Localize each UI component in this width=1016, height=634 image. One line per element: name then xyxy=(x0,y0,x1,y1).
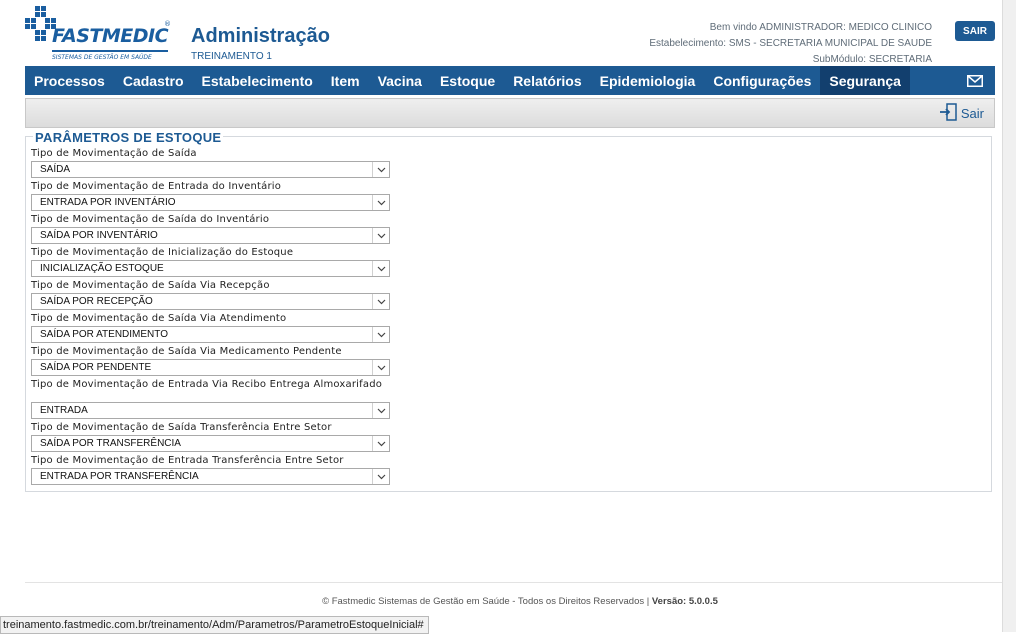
main-navbar: Processos Cadastro Estabelecimento Item … xyxy=(25,66,995,95)
chevron-down-icon xyxy=(372,294,389,309)
field-label-entrada-transferencia: Tipo de Movimentação de Entrada Transfer… xyxy=(31,455,344,466)
chevron-down-icon xyxy=(372,261,389,276)
nav-item-estabelecimento[interactable]: Estabelecimento xyxy=(193,66,322,95)
select-saida-transferencia[interactable]: SAÍDA POR TRANSFERÊNCIA xyxy=(31,435,390,452)
logo-text: FASTMEDIC xyxy=(52,25,169,47)
select-value: ENTRADA POR TRANSFERÊNCIA xyxy=(40,471,199,482)
select-value: ENTRADA xyxy=(40,405,88,416)
nav-item-vacina[interactable]: Vacina xyxy=(369,66,431,95)
field-label-saida: Tipo de Movimentação de Saída xyxy=(31,148,197,159)
chevron-down-icon xyxy=(372,195,389,210)
chevron-down-icon xyxy=(372,360,389,375)
nav-item-processos[interactable]: Processos xyxy=(25,66,114,95)
page-title: Administração xyxy=(191,25,330,47)
nav-item-seguranca[interactable]: Segurança xyxy=(820,66,910,95)
stock-parameters-panel: PARÂMETROS DE ESTOQUE Tipo de Movimentaç… xyxy=(25,130,992,492)
select-value: SAÍDA POR RECEPÇÃO xyxy=(40,296,153,307)
user-info: Bem vindo ADMINISTRADOR: MEDICO CLINICO … xyxy=(649,20,932,68)
select-saida-inventario[interactable]: SAÍDA POR INVENTÁRIO xyxy=(31,227,390,244)
fastmedic-logo[interactable]: FASTMEDIC ® SISTEMAS DE GESTÃO EM SAÚDE xyxy=(25,6,175,62)
panel-title: PARÂMETROS DE ESTOQUE xyxy=(33,130,224,145)
vertical-scrollbar[interactable] xyxy=(1002,0,1016,632)
select-inicializacao[interactable]: INICIALIZAÇÃO ESTOQUE xyxy=(31,260,390,277)
select-value: SAÍDA POR TRANSFERÊNCIA xyxy=(40,438,181,449)
footer: © Fastmedic Sistemas de Gestão em Saúde … xyxy=(0,596,1016,607)
nav-item-estoque[interactable]: Estoque xyxy=(431,66,504,95)
nav-item-configuracoes[interactable]: Configurações xyxy=(704,66,820,95)
select-entrada-inventario[interactable]: ENTRADA POR INVENTÁRIO xyxy=(31,194,390,211)
select-saida-atendimento[interactable]: SAÍDA POR ATENDIMENTO xyxy=(31,326,390,343)
select-saida[interactable]: SAÍDA xyxy=(31,161,390,178)
field-label-entrada-inventario: Tipo de Movimentação de Entrada do Inven… xyxy=(31,181,282,192)
logo-subtitle: SISTEMAS DE GESTÃO EM SAÚDE xyxy=(52,54,152,61)
chevron-down-icon xyxy=(372,436,389,451)
select-saida-pendente[interactable]: SAÍDA POR PENDENTE xyxy=(31,359,390,376)
chevron-down-icon xyxy=(372,327,389,342)
nav-item-item[interactable]: Item xyxy=(322,66,369,95)
footer-divider xyxy=(25,582,1003,583)
select-entrada-almoxarifado[interactable]: ENTRADA xyxy=(31,402,390,419)
select-value: SAÍDA POR INVENTÁRIO xyxy=(40,230,158,241)
footer-copyright: © Fastmedic Sistemas de Gestão em Saúde … xyxy=(322,596,652,607)
nav-item-relatorios[interactable]: Relatórios xyxy=(504,66,590,95)
field-label-saida-inventario: Tipo de Movimentação de Saída do Inventá… xyxy=(31,214,270,225)
select-saida-recepcao[interactable]: SAÍDA POR RECEPÇÃO xyxy=(31,293,390,310)
field-label-saida-recepcao: Tipo de Movimentação de Saída Via Recepç… xyxy=(31,280,270,291)
logo-underline xyxy=(52,50,168,52)
select-value: ENTRADA POR INVENTÁRIO xyxy=(40,197,176,208)
envelope-icon[interactable] xyxy=(955,66,995,95)
nav-item-epidemiologia[interactable]: Epidemiologia xyxy=(591,66,705,95)
field-label-saida-transferencia: Tipo de Movimentação de Saída Transferên… xyxy=(31,422,332,433)
page-subtitle: TREINAMENTO 1 xyxy=(191,51,272,62)
nav-item-cadastro[interactable]: Cadastro xyxy=(114,66,193,95)
status-bar-url: treinamento.fastmedic.com.br/treinamento… xyxy=(0,616,429,634)
toolbar: Sair xyxy=(25,98,995,128)
chevron-down-icon xyxy=(372,228,389,243)
select-value: INICIALIZAÇÃO ESTOQUE xyxy=(40,263,164,274)
logo-registered-mark: ® xyxy=(164,20,171,28)
establishment-text: Estabelecimento: SMS - SECRETARIA MUNICI… xyxy=(649,38,932,49)
select-value: SAÍDA xyxy=(40,164,71,175)
field-label-inicializacao: Tipo de Movimentação de Inicialização do… xyxy=(31,247,294,258)
welcome-text: Bem vindo ADMINISTRADOR: MEDICO CLINICO xyxy=(709,22,932,33)
select-entrada-transferencia[interactable]: ENTRADA POR TRANSFERÊNCIA xyxy=(31,468,390,485)
field-label-entrada-almoxarifado: Tipo de Movimentação de Entrada Via Reci… xyxy=(31,379,383,390)
chevron-down-icon xyxy=(372,162,389,177)
select-value: SAÍDA POR PENDENTE xyxy=(40,362,152,373)
footer-version: Versão: 5.0.0.5 xyxy=(651,596,718,607)
exit-label: Sair xyxy=(960,106,984,121)
chevron-down-icon xyxy=(372,403,389,418)
field-label-saida-pendente: Tipo de Movimentação de Saída Via Medica… xyxy=(31,346,342,357)
field-label-saida-atendimento: Tipo de Movimentação de Saída Via Atendi… xyxy=(31,313,287,324)
exit-door-icon xyxy=(939,103,957,124)
page: FASTMEDIC ® SISTEMAS DE GESTÃO EM SAÚDE … xyxy=(0,0,1003,632)
logout-button[interactable]: SAIR xyxy=(955,21,995,41)
select-value: SAÍDA POR ATENDIMENTO xyxy=(40,329,168,340)
chevron-down-icon xyxy=(372,469,389,484)
exit-button[interactable]: Sair xyxy=(939,103,984,124)
